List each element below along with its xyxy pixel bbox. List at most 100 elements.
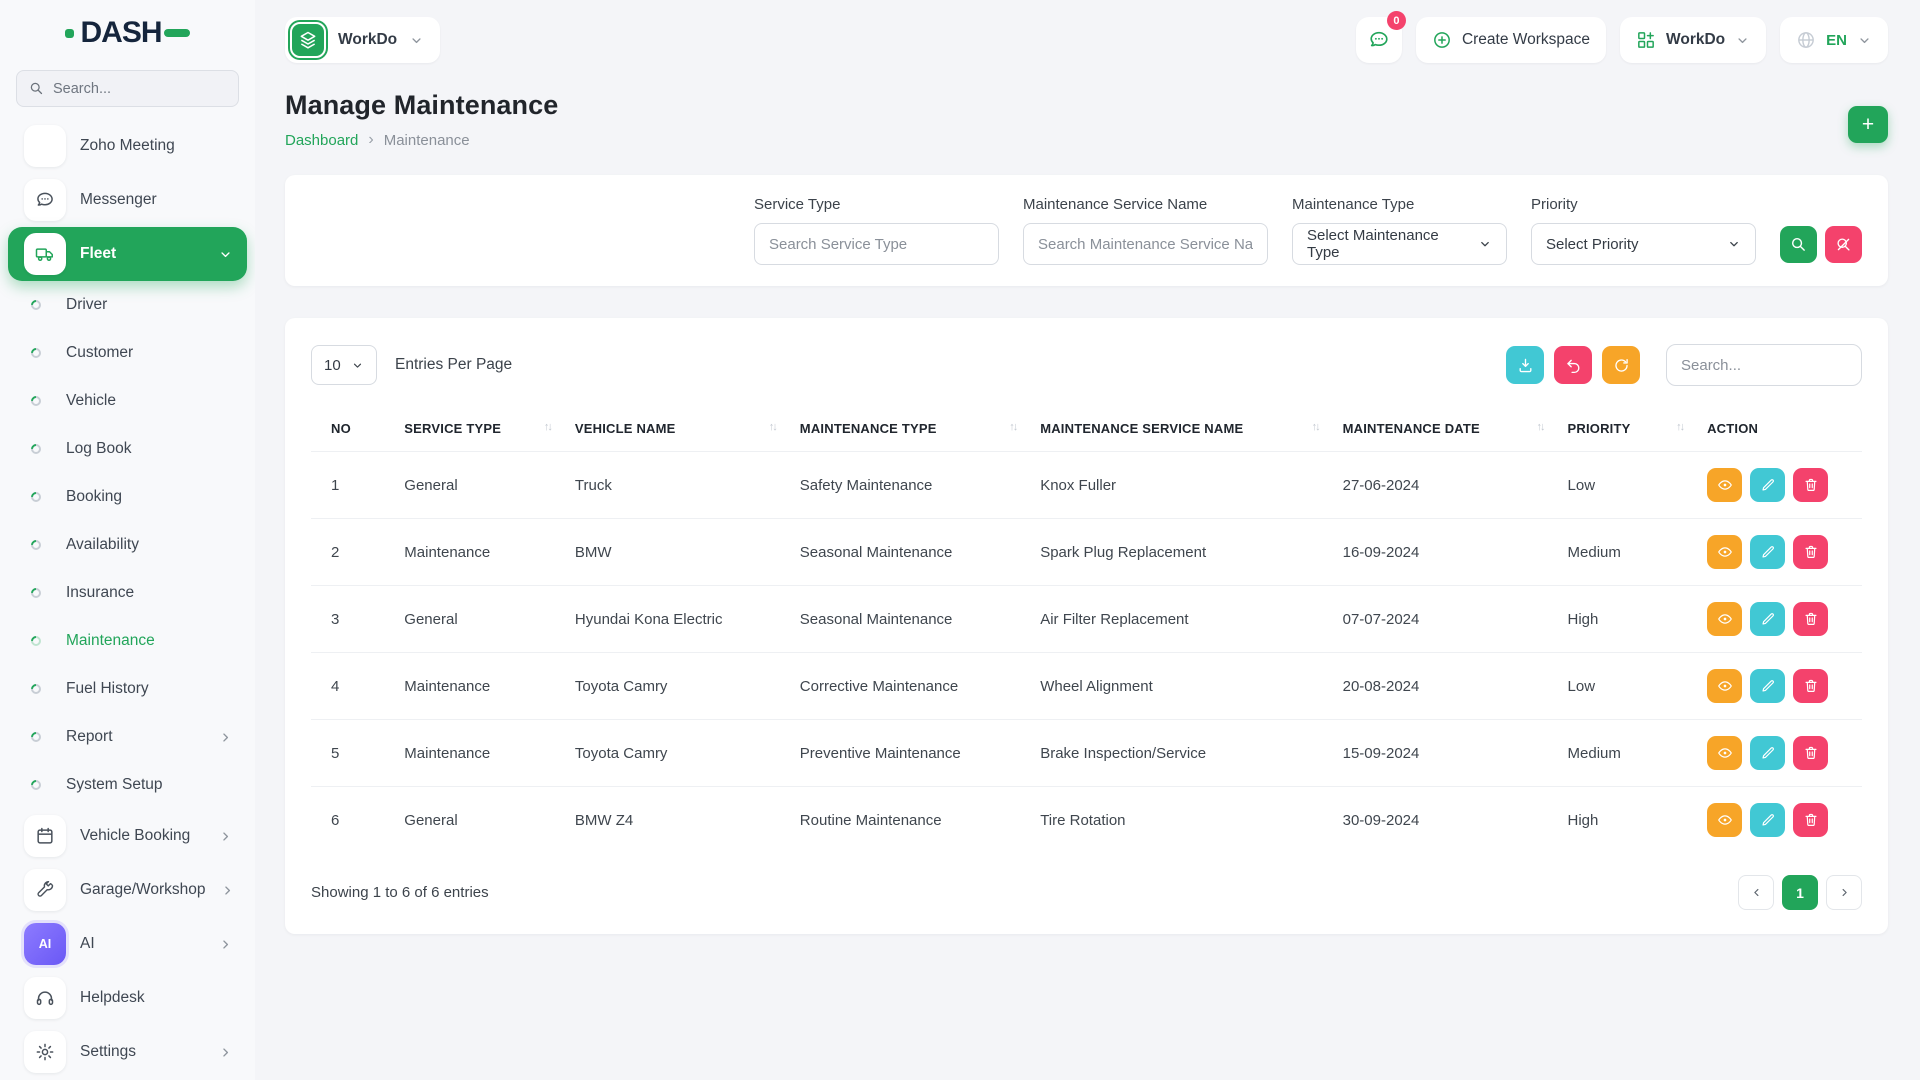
chevron-right-icon bbox=[218, 937, 233, 952]
sidebar-item-zoho-meeting[interactable]: U Zoho Meeting bbox=[8, 119, 247, 173]
sidebar-menu: U Zoho Meeting Messenger Fleet Driver Cu… bbox=[0, 117, 255, 1079]
delete-button[interactable] bbox=[1793, 669, 1828, 703]
back-button[interactable] bbox=[1554, 346, 1592, 384]
cell-action bbox=[1699, 586, 1862, 653]
logo-dash-icon bbox=[164, 29, 190, 37]
sidebar-item-log-book[interactable]: Log Book bbox=[0, 425, 255, 473]
delete-button[interactable] bbox=[1793, 535, 1828, 569]
language-selector[interactable]: EN bbox=[1780, 17, 1888, 63]
app-logo[interactable]: DASH bbox=[0, 0, 255, 66]
delete-button[interactable] bbox=[1793, 602, 1828, 636]
eye-icon bbox=[1717, 477, 1733, 493]
sidebar-item-label: Report bbox=[66, 728, 113, 746]
bullet-icon bbox=[29, 490, 43, 504]
trash-icon bbox=[1803, 678, 1819, 694]
chevron-down-icon bbox=[1478, 237, 1492, 251]
edit-button[interactable] bbox=[1750, 602, 1785, 636]
view-button[interactable] bbox=[1707, 535, 1742, 569]
sidebar-item-customer[interactable]: Customer bbox=[0, 329, 255, 377]
maintenance-type-select[interactable]: Select Maintenance Type bbox=[1292, 223, 1507, 265]
search-off-icon bbox=[1835, 236, 1852, 253]
sidebar-item-insurance[interactable]: Insurance bbox=[0, 569, 255, 617]
create-workspace-button[interactable]: Create Workspace bbox=[1416, 17, 1606, 63]
workdo-menu-button[interactable]: WorkDo bbox=[1620, 17, 1766, 63]
column-maintenance-service-name[interactable]: MAINTENANCE SERVICE NAME↑↓ bbox=[1032, 406, 1334, 452]
workspace-selector[interactable]: WorkDo bbox=[285, 17, 440, 63]
pagination-next-button[interactable] bbox=[1826, 875, 1862, 910]
pagination-page-1[interactable]: 1 bbox=[1782, 875, 1818, 910]
sidebar-item-settings[interactable]: Settings bbox=[8, 1025, 247, 1079]
sidebar-item-ai[interactable]: AI AI bbox=[8, 917, 247, 971]
eye-icon bbox=[1717, 544, 1733, 560]
logo-text: DASH bbox=[80, 16, 161, 50]
view-button[interactable] bbox=[1707, 468, 1742, 502]
chevron-down-icon bbox=[409, 33, 424, 48]
edit-button[interactable] bbox=[1750, 669, 1785, 703]
export-button[interactable] bbox=[1506, 346, 1544, 384]
view-button[interactable] bbox=[1707, 803, 1742, 837]
sidebar-item-vehicle[interactable]: Vehicle bbox=[0, 377, 255, 425]
sidebar-item-vehicle-booking[interactable]: Vehicle Booking bbox=[8, 809, 247, 863]
sidebar-item-garage-workshop[interactable]: Garage/Workshop bbox=[8, 863, 247, 917]
sidebar-item-label: Helpdesk bbox=[80, 989, 145, 1007]
column-vehicle-name[interactable]: VEHICLE NAME↑↓ bbox=[567, 406, 792, 452]
service-type-input[interactable] bbox=[754, 223, 999, 265]
cell-vehicle-name: Truck bbox=[567, 452, 792, 519]
sidebar-item-maintenance[interactable]: Maintenance bbox=[0, 617, 255, 665]
sidebar-search-input[interactable] bbox=[53, 81, 226, 97]
column-maintenance-type[interactable]: MAINTENANCE TYPE↑↓ bbox=[792, 406, 1032, 452]
edit-button[interactable] bbox=[1750, 468, 1785, 502]
pagination-prev-button[interactable] bbox=[1738, 875, 1774, 910]
refresh-button[interactable] bbox=[1602, 346, 1640, 384]
column-service-type[interactable]: SERVICE TYPE↑↓ bbox=[396, 406, 567, 452]
view-button[interactable] bbox=[1707, 602, 1742, 636]
filter-reset-button[interactable] bbox=[1825, 226, 1862, 263]
edit-button[interactable] bbox=[1750, 535, 1785, 569]
sidebar-item-fleet[interactable]: Fleet bbox=[8, 227, 247, 281]
sidebar-item-availability[interactable]: Availability bbox=[0, 521, 255, 569]
sidebar-item-booking[interactable]: Booking bbox=[0, 473, 255, 521]
edit-button[interactable] bbox=[1750, 736, 1785, 770]
edit-button[interactable] bbox=[1750, 803, 1785, 837]
sidebar-item-fuel-history[interactable]: Fuel History bbox=[0, 665, 255, 713]
calendar-icon bbox=[24, 815, 66, 857]
column-no[interactable]: NO bbox=[311, 406, 396, 452]
entries-per-page-select[interactable]: 10 bbox=[311, 345, 377, 385]
trash-icon bbox=[1803, 812, 1819, 828]
table-row: 4MaintenanceToyota CamryCorrective Maint… bbox=[311, 653, 1862, 720]
delete-button[interactable] bbox=[1793, 803, 1828, 837]
sidebar-item-label: Booking bbox=[66, 488, 122, 506]
messages-button[interactable]: 0 bbox=[1356, 17, 1402, 63]
sidebar-item-driver[interactable]: Driver bbox=[0, 281, 255, 329]
filter-buttons bbox=[1780, 226, 1862, 265]
sidebar-item-label: Fleet bbox=[80, 245, 116, 263]
cell-no: 2 bbox=[311, 519, 396, 586]
add-maintenance-button[interactable]: + bbox=[1848, 106, 1888, 143]
delete-button[interactable] bbox=[1793, 468, 1828, 502]
sidebar-item-messenger[interactable]: Messenger bbox=[8, 173, 247, 227]
cell-no: 1 bbox=[311, 452, 396, 519]
sidebar-item-label: System Setup bbox=[66, 776, 163, 794]
view-button[interactable] bbox=[1707, 669, 1742, 703]
column-priority[interactable]: PRIORITY↑↓ bbox=[1560, 406, 1700, 452]
sidebar-item-report[interactable]: Report bbox=[0, 713, 255, 761]
filter-search-button[interactable] bbox=[1780, 226, 1817, 263]
column-maintenance-date[interactable]: MAINTENANCE DATE↑↓ bbox=[1335, 406, 1560, 452]
breadcrumb-dashboard-link[interactable]: Dashboard bbox=[285, 132, 358, 149]
priority-select[interactable]: Select Priority bbox=[1531, 223, 1756, 265]
sidebar-item-helpdesk[interactable]: Helpdesk bbox=[8, 971, 247, 1025]
bullet-icon bbox=[29, 730, 43, 744]
column-action[interactable]: ACTION bbox=[1699, 406, 1862, 452]
cell-action bbox=[1699, 519, 1862, 586]
sidebar-item-system-setup[interactable]: System Setup bbox=[0, 761, 255, 809]
main-area: WorkDo 0 Create Workspace WorkDo bbox=[255, 0, 1920, 1080]
table-search-input[interactable] bbox=[1666, 344, 1862, 386]
pencil-icon bbox=[1760, 544, 1776, 560]
cell-no: 4 bbox=[311, 653, 396, 720]
view-button[interactable] bbox=[1707, 736, 1742, 770]
table-row: 3GeneralHyundai Kona ElectricSeasonal Ma… bbox=[311, 586, 1862, 653]
content: Manage Maintenance Dashboard › Maintenan… bbox=[255, 70, 1920, 1080]
delete-button[interactable] bbox=[1793, 736, 1828, 770]
maintenance-service-name-input[interactable] bbox=[1023, 223, 1268, 265]
sort-icon: ↑↓ bbox=[769, 421, 776, 433]
